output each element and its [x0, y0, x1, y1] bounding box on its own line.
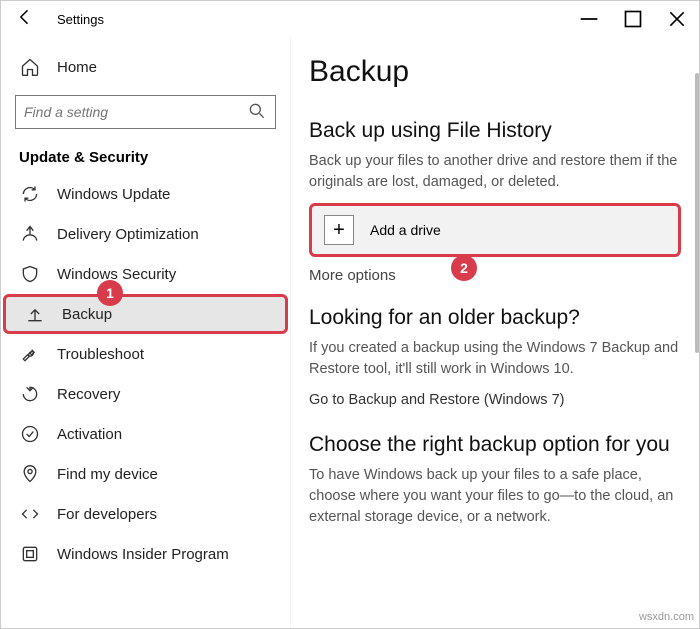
developers-icon	[19, 503, 41, 525]
add-drive-button[interactable]: + Add a drive	[309, 203, 681, 257]
section-heading-older-backup: Looking for an older backup?	[309, 306, 681, 330]
activation-icon	[19, 423, 41, 445]
more-options-link[interactable]: More options	[309, 267, 396, 284]
sidebar-item-label: Windows Insider Program	[57, 546, 229, 563]
home-icon	[19, 56, 41, 78]
sidebar-item-activation[interactable]: Activation	[1, 414, 290, 454]
sidebar-item-windows-security[interactable]: Windows Security	[1, 254, 290, 294]
sidebar: Home Update & Security Windows Update De…	[1, 37, 291, 628]
backup-restore-link[interactable]: Go to Backup and Restore (Windows 7)	[309, 390, 681, 411]
titlebar: Settings	[1, 1, 699, 37]
choose-option-desc: To have Windows back up your files to a …	[309, 465, 681, 528]
insider-icon	[19, 543, 41, 565]
shield-icon	[19, 263, 41, 285]
troubleshoot-icon	[19, 343, 41, 365]
section-heading-file-history: Back up using File History	[309, 119, 681, 143]
search-icon	[247, 101, 267, 124]
search-input[interactable]	[15, 95, 276, 129]
sidebar-item-label: Delivery Optimization	[57, 226, 199, 243]
sidebar-item-label: Activation	[57, 426, 122, 443]
main-content: Backup Back up using File History Back u…	[291, 37, 699, 628]
home-label: Home	[57, 59, 97, 76]
maximize-button[interactable]	[611, 1, 655, 37]
page-title: Backup	[309, 55, 681, 89]
sidebar-item-label: Windows Security	[57, 266, 176, 283]
search-field[interactable]	[24, 104, 247, 120]
sidebar-item-delivery-optimization[interactable]: Delivery Optimization	[1, 214, 290, 254]
sidebar-item-recovery[interactable]: Recovery	[1, 374, 290, 414]
window-title: Settings	[57, 12, 104, 27]
older-backup-desc: If you created a backup using the Window…	[309, 338, 681, 380]
recovery-icon	[19, 383, 41, 405]
sidebar-item-find-my-device[interactable]: Find my device	[1, 454, 290, 494]
sidebar-item-label: Backup	[62, 306, 112, 323]
sidebar-item-label: Find my device	[57, 466, 158, 483]
home-nav[interactable]: Home	[1, 47, 290, 87]
sidebar-item-troubleshoot[interactable]: Troubleshoot	[1, 334, 290, 374]
minimize-button[interactable]	[567, 1, 611, 37]
plus-icon: +	[324, 215, 354, 245]
watermark: wsxdn.com	[639, 611, 694, 623]
category-heading: Update & Security	[1, 137, 290, 174]
add-drive-label: Add a drive	[370, 222, 441, 238]
section-heading-choose-option: Choose the right backup option for you	[309, 433, 681, 457]
sidebar-item-label: For developers	[57, 506, 157, 523]
sidebar-item-windows-update[interactable]: Windows Update	[1, 174, 290, 214]
back-button[interactable]	[15, 7, 35, 32]
sidebar-item-label: Recovery	[57, 386, 120, 403]
sidebar-item-windows-insider[interactable]: Windows Insider Program	[1, 534, 290, 574]
sidebar-item-label: Windows Update	[57, 186, 170, 203]
scrollbar[interactable]	[695, 73, 699, 353]
file-history-desc: Back up your files to another drive and …	[309, 151, 681, 193]
backup-icon	[24, 303, 46, 325]
sync-icon	[19, 183, 41, 205]
annotation-badge-2: 2	[451, 255, 477, 281]
location-icon	[19, 463, 41, 485]
delivery-icon	[19, 223, 41, 245]
sidebar-item-backup[interactable]: Backup	[3, 294, 288, 334]
sidebar-item-label: Troubleshoot	[57, 346, 144, 363]
close-button[interactable]	[655, 1, 699, 37]
sidebar-item-for-developers[interactable]: For developers	[1, 494, 290, 534]
annotation-badge-1: 1	[97, 280, 123, 306]
